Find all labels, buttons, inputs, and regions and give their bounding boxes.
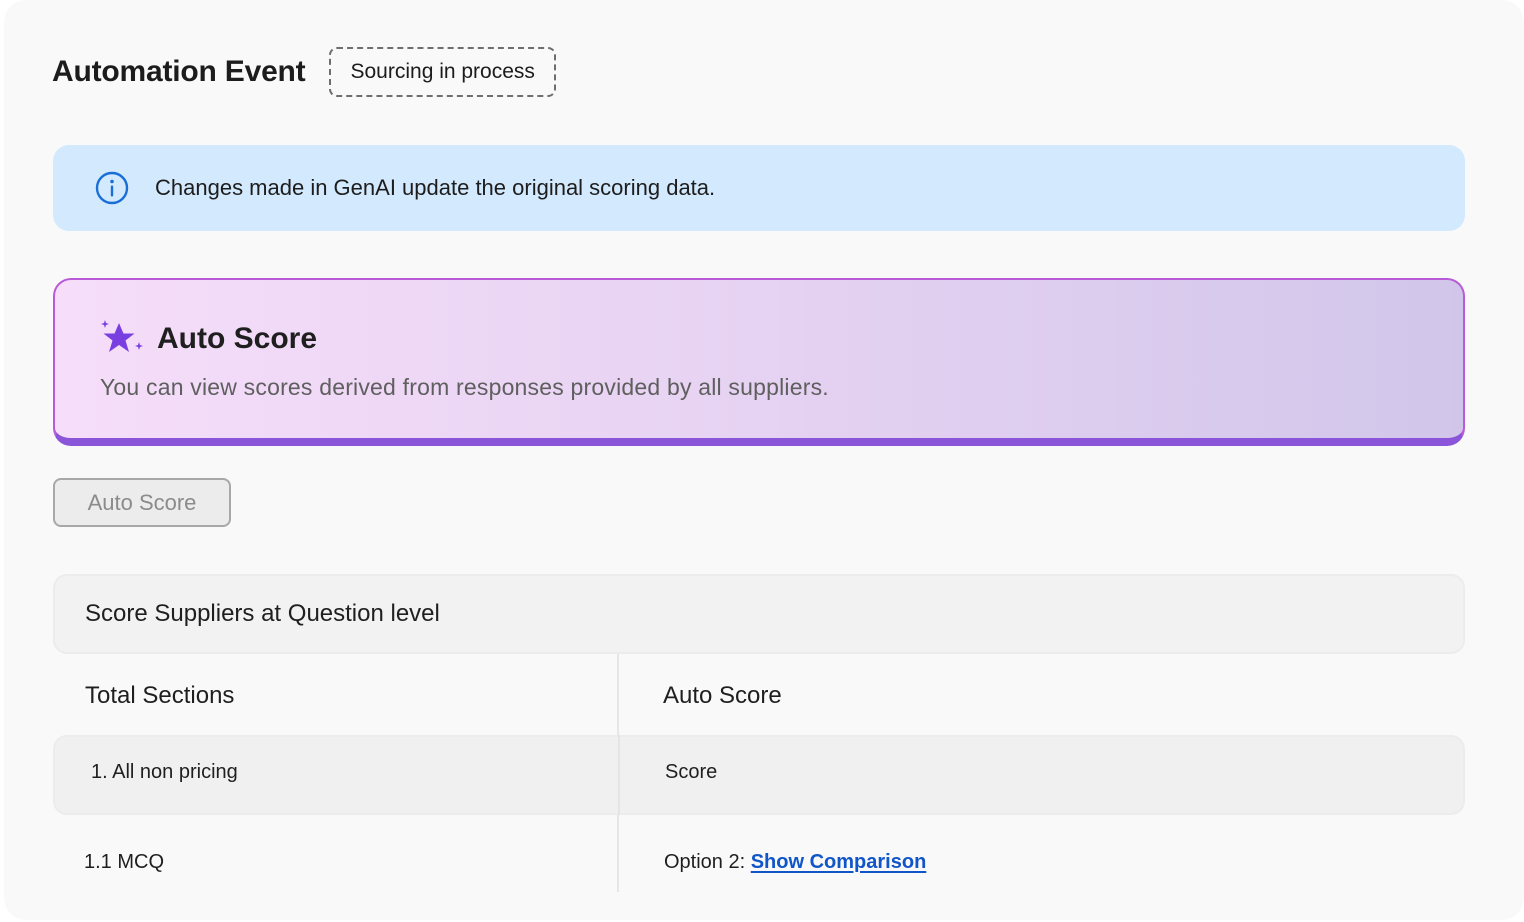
auto-score-card-title: Auto Score bbox=[157, 322, 318, 355]
show-comparison-link[interactable]: Show Comparison bbox=[751, 851, 927, 873]
auto-score-card-description: You can view scores derived from respons… bbox=[100, 374, 829, 400]
info-banner-text: Changes made in GenAI update the origina… bbox=[155, 175, 716, 200]
question-auto-score: Option 2: Show Comparison bbox=[664, 851, 926, 874]
page-title: Automation Event bbox=[52, 55, 306, 88]
column-header-auto-score: Auto Score bbox=[663, 682, 782, 709]
section-name: 1. All non pricing bbox=[91, 761, 238, 783]
auto-score-card: Auto Score You can view scores derived f… bbox=[53, 278, 1465, 446]
table-row-section: 1. All non pricing Score bbox=[53, 735, 1465, 815]
score-table-title: Score Suppliers at Question level bbox=[85, 600, 440, 627]
auto-score-button[interactable]: Auto Score bbox=[53, 478, 231, 527]
info-banner: Changes made in GenAI update the origina… bbox=[53, 145, 1465, 231]
auto-score-card-header: Auto Score bbox=[99, 320, 317, 358]
sparkle-icon bbox=[99, 320, 145, 358]
page-frame: Automation Event Sourcing in process Cha… bbox=[4, 0, 1524, 920]
row-divider bbox=[618, 735, 620, 815]
status-badge: Sourcing in process bbox=[329, 47, 556, 97]
score-table-header: Score Suppliers at Question level bbox=[53, 574, 1465, 654]
section-score-label: Score bbox=[665, 761, 718, 783]
question-name: 1.1 MCQ bbox=[84, 851, 165, 873]
question-option-label: Option 2: bbox=[664, 851, 751, 873]
column-header-total-sections: Total Sections bbox=[85, 682, 235, 709]
info-icon bbox=[95, 171, 129, 205]
page-header: Automation Event Sourcing in process bbox=[52, 46, 556, 98]
